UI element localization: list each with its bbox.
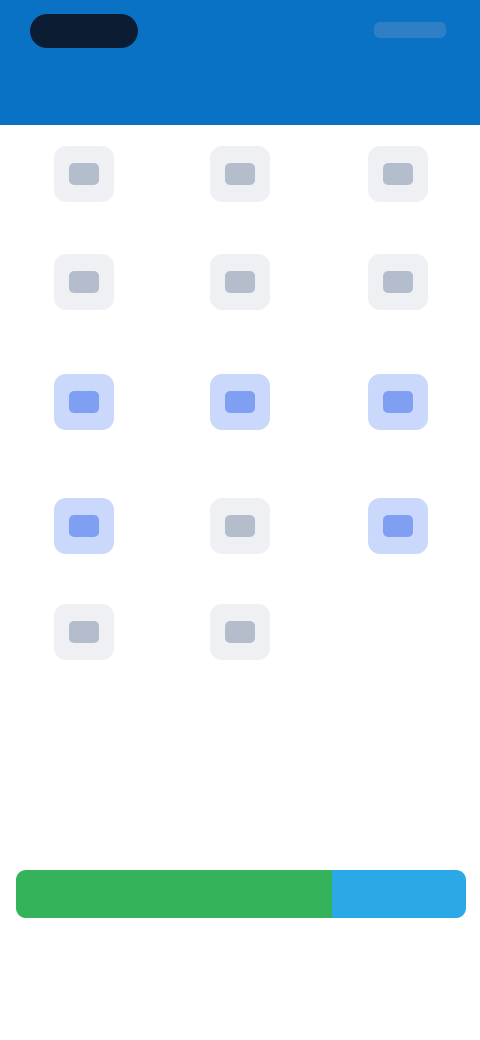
app-icon — [54, 498, 114, 554]
secondary-action-button[interactable] — [332, 870, 466, 918]
status-pill — [30, 14, 138, 48]
primary-action-button[interactable] — [16, 870, 332, 918]
app-icon — [210, 146, 270, 202]
grid-tile-12[interactable] — [318, 492, 478, 612]
grid-tile-6[interactable] — [318, 248, 478, 368]
app-icon — [210, 498, 270, 554]
app-icon — [368, 254, 428, 310]
app-icon — [54, 254, 114, 310]
grid-tile-7[interactable] — [4, 368, 164, 488]
app-icon — [368, 374, 428, 430]
grid-tile-3[interactable] — [318, 140, 478, 260]
app-icon — [54, 604, 114, 660]
grid-tile-11[interactable] — [160, 492, 320, 612]
app-icon — [368, 146, 428, 202]
app-icon — [210, 604, 270, 660]
status-indicators — [374, 22, 446, 38]
app-icon — [54, 374, 114, 430]
grid-tile-8[interactable] — [160, 368, 320, 488]
grid-tile-4[interactable] — [4, 248, 164, 368]
app-header — [0, 0, 480, 125]
app-icon — [210, 254, 270, 310]
app-icon — [368, 498, 428, 554]
grid-tile-10[interactable] — [4, 492, 164, 612]
grid-tile-9[interactable] — [318, 368, 478, 488]
app-icon — [54, 146, 114, 202]
grid-tile-1[interactable] — [4, 140, 164, 260]
grid-tile-2[interactable] — [160, 140, 320, 260]
grid-tile-14[interactable] — [160, 598, 320, 718]
app-icon — [210, 374, 270, 430]
grid-tile-13[interactable] — [4, 598, 164, 718]
grid-tile-5[interactable] — [160, 248, 320, 368]
